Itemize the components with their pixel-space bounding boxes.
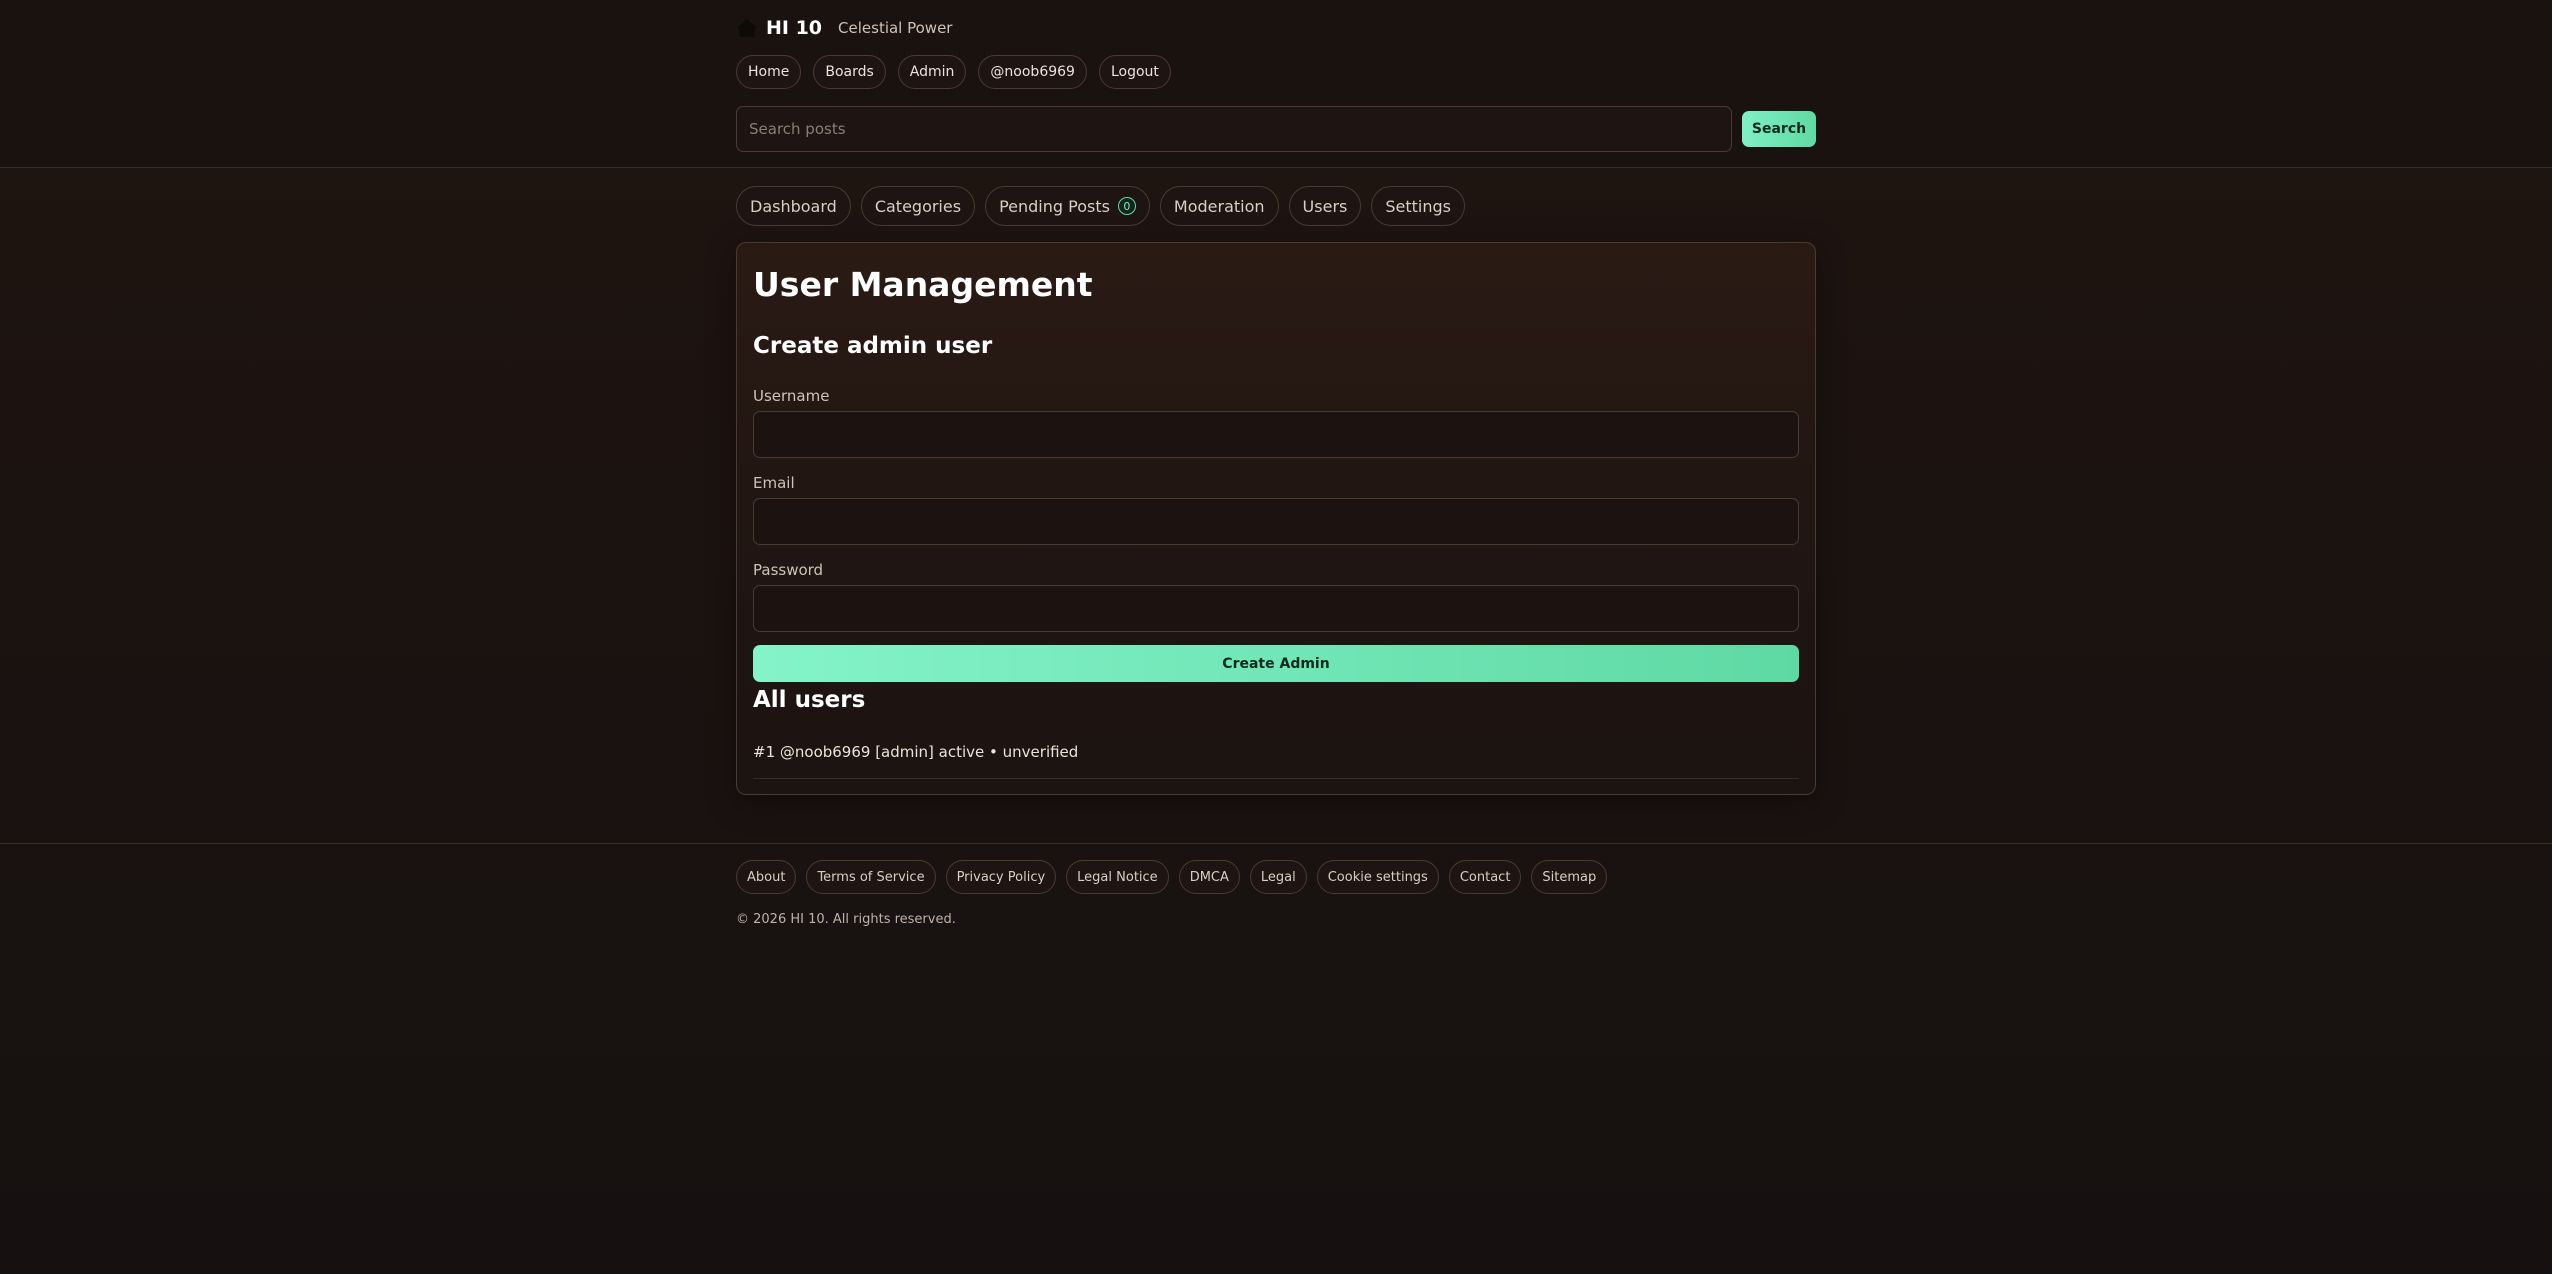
email-label: Email xyxy=(753,474,795,492)
tab-pending-posts-label: Pending Posts xyxy=(999,196,1110,216)
footer-sitemap[interactable]: Sitemap xyxy=(1531,860,1608,894)
footer-legal[interactable]: Legal xyxy=(1249,860,1307,894)
footer-cookie-settings[interactable]: Cookie settings xyxy=(1316,860,1439,894)
user-management-panel: User Management Create admin user Userna… xyxy=(736,242,1816,795)
tab-settings[interactable]: Settings xyxy=(1371,186,1465,226)
nav-home[interactable]: Home xyxy=(736,55,802,89)
footer-dmca[interactable]: DMCA xyxy=(1178,860,1240,894)
nav-boards[interactable]: Boards xyxy=(813,55,886,89)
footer-divider xyxy=(0,843,2552,844)
tab-dashboard[interactable]: Dashboard xyxy=(736,186,851,226)
brand[interactable]: HI 10 Celestial Power xyxy=(736,14,952,42)
tab-users[interactable]: Users xyxy=(1288,186,1362,226)
site-name[interactable]: HI 10 xyxy=(766,17,822,39)
footer-about[interactable]: About xyxy=(736,860,797,894)
search-input[interactable] xyxy=(736,106,1732,152)
all-users-heading: All users xyxy=(753,687,866,713)
nav-admin[interactable]: Admin xyxy=(897,55,967,89)
top-nav: Home Boards Admin @noob6969 Logout xyxy=(736,55,1171,89)
email-field[interactable] xyxy=(753,498,1799,545)
create-admin-heading: Create admin user xyxy=(753,333,993,359)
tab-categories[interactable]: Categories xyxy=(860,186,976,226)
footer-legal-notice[interactable]: Legal Notice xyxy=(1066,860,1169,894)
admin-tabs: Dashboard Categories Pending Posts 0 Mod… xyxy=(736,186,1465,226)
create-admin-button[interactable]: Create Admin xyxy=(753,645,1799,682)
copyright: © 2026 HI 10. All rights reserved. xyxy=(736,912,956,927)
list-item: #1 @noob6969 [admin] active • unverified xyxy=(753,743,1799,779)
username-field[interactable] xyxy=(753,411,1799,458)
password-field[interactable] xyxy=(753,585,1799,632)
pending-count-badge: 0 xyxy=(1117,197,1136,215)
page-title: User Management xyxy=(753,265,1093,304)
search-bar: Search xyxy=(736,106,1816,152)
password-label: Password xyxy=(753,561,824,579)
footer-nav: About Terms of Service Privacy Policy Le… xyxy=(736,860,1608,894)
search-button[interactable]: Search xyxy=(1742,111,1816,147)
footer-contact[interactable]: Contact xyxy=(1448,860,1522,894)
footer-privacy[interactable]: Privacy Policy xyxy=(945,860,1057,894)
home-icon xyxy=(736,17,758,39)
site-tagline: Celestial Power xyxy=(838,19,953,37)
footer-terms[interactable]: Terms of Service xyxy=(806,860,936,894)
tab-pending-posts[interactable]: Pending Posts 0 xyxy=(985,186,1150,226)
username-label: Username xyxy=(753,387,830,405)
nav-profile[interactable]: @noob6969 xyxy=(978,55,1087,89)
nav-logout[interactable]: Logout xyxy=(1098,55,1171,89)
tab-moderation[interactable]: Moderation xyxy=(1159,186,1279,226)
